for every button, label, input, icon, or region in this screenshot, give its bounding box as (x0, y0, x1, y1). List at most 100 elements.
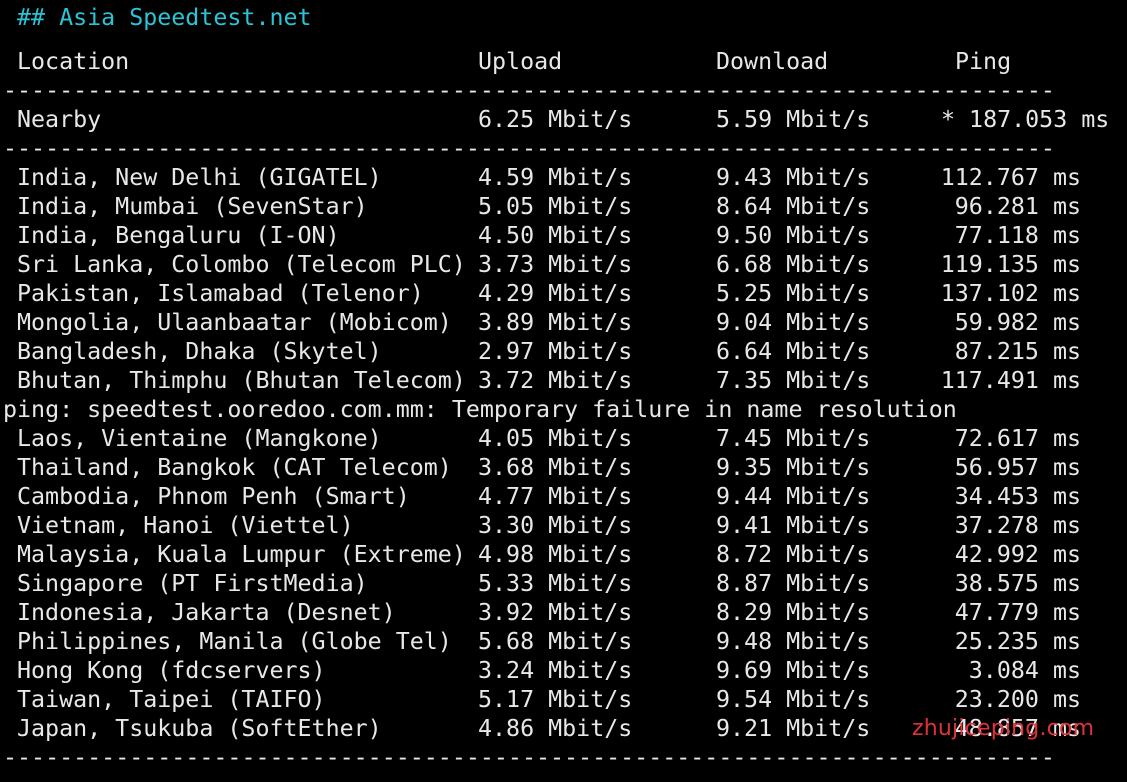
row-ping: 34.453 ms (954, 483, 1081, 510)
row-download: 7.35 Mbit/s (716, 367, 871, 394)
table-row: Vietnam, Hanoi (Viettel) 3.30 Mbit/s 9.41 … (3, 511, 1127, 540)
result-rows-group-a: India, New Delhi (GIGATEL) 4.59 Mbit/s 9.4… (3, 163, 1127, 395)
separator-line: ----------------------------------------… (3, 744, 1053, 771)
row-location: Indonesia, Jakarta (Desnet) (17, 599, 396, 626)
row-download: 9.21 Mbit/s (716, 715, 871, 742)
table-header: Location Upload Download Ping (3, 47, 1127, 76)
row-location: Singapore (PT FirstMedia) (17, 570, 368, 597)
row-location: Laos, Vientaine (Mangkone) (17, 425, 382, 452)
row-ping: 25.235 ms (954, 628, 1081, 655)
row-download: 5.59 Mbit/s (716, 106, 871, 133)
table-row: Hong Kong (fdcservers) 3.24 Mbit/s 9.69 Mb… (3, 656, 1127, 685)
table-row: Bhutan, Thimphu (Bhutan Telecom) 3.72 Mbi… (3, 366, 1127, 395)
row-ping: 3.084 ms (968, 657, 1081, 684)
row-download: 8.64 Mbit/s (716, 193, 871, 220)
row-upload: 5.17 Mbit/s (478, 686, 633, 713)
row-ping: 119.135 ms (940, 251, 1081, 278)
row-upload: 4.05 Mbit/s (478, 425, 633, 452)
row-download: 5.25 Mbit/s (716, 280, 871, 307)
row-ping: 47.779 ms (954, 599, 1081, 626)
row-download: 9.54 Mbit/s (716, 686, 871, 713)
row-ping: 42.992 ms (954, 541, 1081, 568)
row-location: Mongolia, Ulaanbaatar (Mobicom) (17, 309, 452, 336)
row-download: 9.35 Mbit/s (716, 454, 871, 481)
row-upload: 5.68 Mbit/s (478, 628, 633, 655)
row-ping: 37.278 ms (954, 512, 1081, 539)
table-row: Bangladesh, Dhaka (Skytel) 2.97 Mbit/s 6.6… (3, 337, 1127, 366)
row-ping: 72.617 ms (954, 425, 1081, 452)
row-ping: 87.215 ms (954, 338, 1081, 365)
row-ping: 117.491 ms (940, 367, 1081, 394)
row-upload: 4.59 Mbit/s (478, 164, 633, 191)
row-upload: 3.72 Mbit/s (478, 367, 633, 394)
row-upload: 5.33 Mbit/s (478, 570, 633, 597)
column-header-location: Location (17, 48, 130, 75)
row-location: Pakistan, Islamabad (Telenor) (17, 280, 424, 307)
row-download: 8.29 Mbit/s (716, 599, 871, 626)
table-row: Malaysia, Kuala Lumpur (Extreme) 4.98 Mbi… (3, 540, 1127, 569)
row-location: Bangladesh, Dhaka (Skytel) (17, 338, 382, 365)
row-download: 9.43 Mbit/s (716, 164, 871, 191)
row-download: 7.45 Mbit/s (716, 425, 871, 452)
table-row: Indonesia, Jakarta (Desnet) 3.92 Mbit/s 8.… (3, 598, 1127, 627)
row-location: Japan, Tsukuba (SoftEther) (17, 715, 382, 742)
row-ping: 56.957 ms (954, 454, 1081, 481)
row-location: India, Bengaluru (I-ON) (17, 222, 340, 249)
row-upload: 3.89 Mbit/s (478, 309, 633, 336)
table-row: India, Mumbai (SevenStar) 5.05 Mbit/s 8.64… (3, 192, 1127, 221)
table-row: Taiwan, Taipei (TAIFO) 5.17 Mbit/s 9.54 Mb… (3, 685, 1127, 714)
row-download: 9.50 Mbit/s (716, 222, 871, 249)
row-ping: 96.281 ms (954, 193, 1081, 220)
row-upload: 3.68 Mbit/s (478, 454, 633, 481)
terminal-output: ## Asia Speedtest.net Location Upload Do… (3, 0, 1127, 772)
error-message: ping: speedtest.ooredoo.com.mm: Temporar… (3, 396, 957, 423)
section-heading: ## Asia Speedtest.net (17, 4, 312, 31)
row-location: Sri Lanka, Colombo (Telecom PLC) (17, 251, 466, 278)
row-ping: * 187.053 ms (941, 106, 1110, 133)
row-download: 9.44 Mbit/s (716, 483, 871, 510)
nearby-row: Nearby 6.25 Mbit/s 5.59 Mbit/s * 187.053… (3, 105, 1127, 134)
row-location: India, New Delhi (GIGATEL) (17, 164, 382, 191)
row-upload: 4.98 Mbit/s (478, 541, 633, 568)
row-ping: 59.982 ms (954, 309, 1081, 336)
row-upload: 6.25 Mbit/s (478, 106, 633, 133)
row-upload: 2.97 Mbit/s (478, 338, 633, 365)
row-ping: 137.102 ms (940, 280, 1081, 307)
row-download: 6.68 Mbit/s (716, 251, 871, 278)
column-header-ping: Ping (955, 48, 1012, 75)
row-upload: 4.86 Mbit/s (478, 715, 633, 742)
row-location: Taiwan, Taipei (TAIFO) (17, 686, 326, 713)
row-download: 9.41 Mbit/s (716, 512, 871, 539)
result-rows-group-b: Laos, Vientaine (Mangkone) 4.05 Mbit/s 7.4… (3, 424, 1127, 743)
row-ping: 38.575 ms (954, 570, 1081, 597)
row-location: India, Mumbai (SevenStar) (17, 193, 368, 220)
row-download: 9.69 Mbit/s (716, 657, 871, 684)
row-location: Malaysia, Kuala Lumpur (Extreme) (17, 541, 466, 568)
row-upload: 3.30 Mbit/s (478, 512, 633, 539)
table-row: Mongolia, Ulaanbaatar (Mobicom) 3.89 Mbit… (3, 308, 1127, 337)
table-row: Sri Lanka, Colombo (Telecom PLC) 3.73 Mbi… (3, 250, 1127, 279)
table-row: Pakistan, Islamabad (Telenor) 4.29 Mbit/s… (3, 279, 1127, 308)
table-row: Cambodia, Phnom Penh (Smart) 4.77 Mbit/s 9… (3, 482, 1127, 511)
watermark-text: zhujiceping.com (912, 716, 1095, 741)
row-location: Philippines, Manila (Globe Tel) (17, 628, 452, 655)
row-upload: 4.77 Mbit/s (478, 483, 633, 510)
row-location: Cambodia, Phnom Penh (Smart) (17, 483, 410, 510)
row-download: 9.04 Mbit/s (716, 309, 871, 336)
row-download: 8.87 Mbit/s (716, 570, 871, 597)
row-download: 9.48 Mbit/s (716, 628, 871, 655)
column-header-download: Download (716, 48, 829, 75)
row-upload: 3.92 Mbit/s (478, 599, 633, 626)
row-upload: 4.50 Mbit/s (478, 222, 633, 249)
table-row: Singapore (PT FirstMedia) 5.33 Mbit/s 8.87… (3, 569, 1127, 598)
separator-line: ----------------------------------------… (3, 77, 1053, 104)
row-location: Hong Kong (fdcservers) (17, 657, 326, 684)
separator-line: ----------------------------------------… (3, 135, 1053, 162)
column-header-upload: Upload (478, 48, 563, 75)
row-download: 6.64 Mbit/s (716, 338, 871, 365)
table-row: India, Bengaluru (I-ON) 4.50 Mbit/s 9.50 M… (3, 221, 1127, 250)
row-ping: 77.118 ms (954, 222, 1081, 249)
row-location: Nearby (17, 106, 102, 133)
row-upload: 3.24 Mbit/s (478, 657, 633, 684)
